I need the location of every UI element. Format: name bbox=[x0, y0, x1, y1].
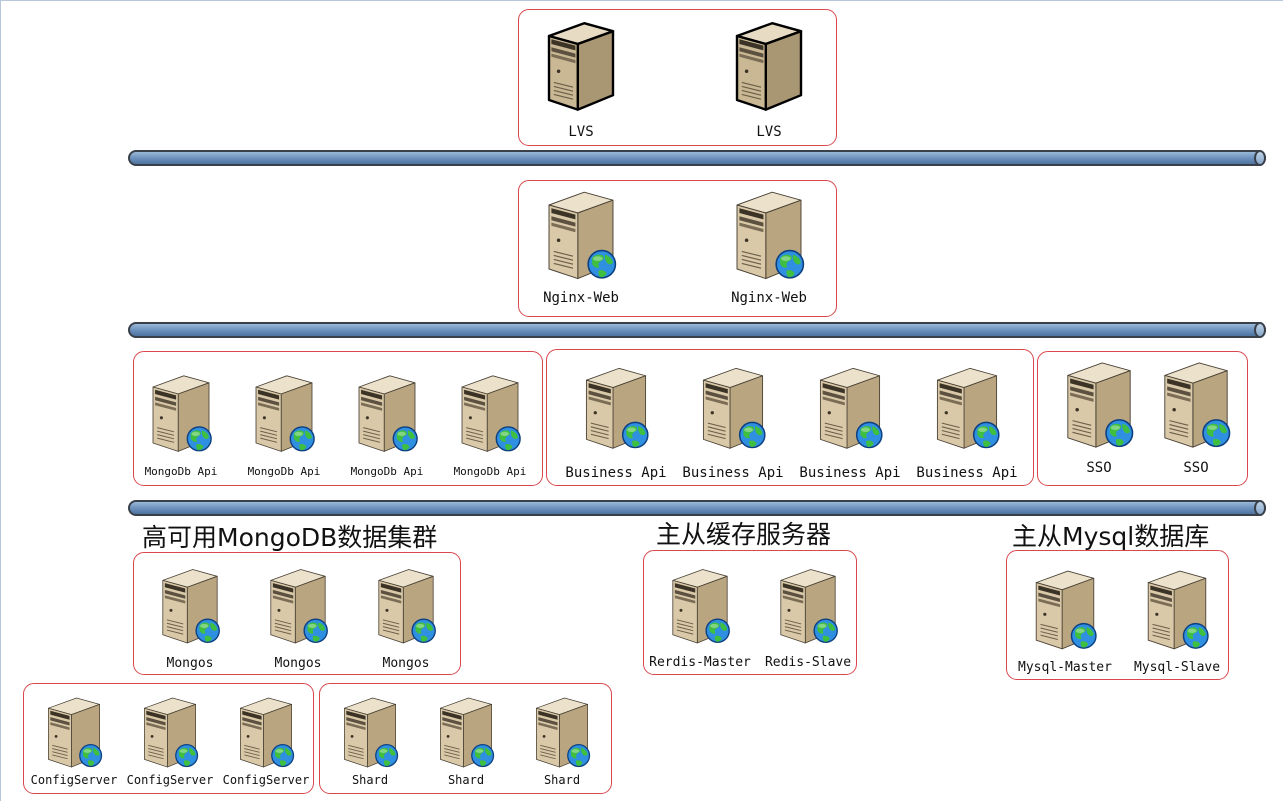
shard-node: Shard bbox=[434, 689, 498, 787]
sso-group: SSO SSO bbox=[1037, 351, 1248, 486]
config-server-node: ConfigServer bbox=[31, 689, 117, 787]
web-server-icon bbox=[780, 569, 838, 644]
lvs-node: LVS bbox=[729, 12, 809, 140]
mysql-group: Mysql-Master Mysql-Slave bbox=[1006, 550, 1229, 680]
config-server-node: ConfigServer bbox=[223, 689, 309, 787]
web-server-icon bbox=[255, 375, 315, 452]
business-api-node: Business Api bbox=[799, 358, 901, 481]
sso-node: SSO bbox=[1060, 352, 1138, 476]
web-server-icon bbox=[819, 367, 883, 449]
node-label: Business Api bbox=[916, 465, 1018, 481]
web-server-icon bbox=[152, 375, 212, 452]
node-label: Nginx-Web bbox=[731, 290, 807, 306]
web-server-icon bbox=[548, 191, 617, 280]
redis-group: Rerdis-Master Redis-Slave bbox=[643, 550, 857, 675]
web-server-icon bbox=[461, 375, 521, 452]
node-label: Business Api bbox=[682, 465, 784, 481]
lvs-group: LVS LVS bbox=[518, 9, 837, 146]
web-server-icon bbox=[1067, 362, 1134, 448]
node-label: MongoDb Api bbox=[453, 465, 527, 478]
bus-cap bbox=[1254, 500, 1266, 516]
config-server-group: ConfigServer ConfigServer ConfigServer bbox=[23, 683, 314, 794]
config-server-node: ConfigServer bbox=[127, 689, 213, 787]
mysql-title: 主从Mysql数据库 bbox=[1012, 522, 1210, 551]
mongo-api-group: MongoDb Api MongoDb Api MongoDb Api Mong… bbox=[133, 351, 543, 486]
web-server-icon bbox=[144, 697, 199, 768]
web-server-icon bbox=[672, 569, 730, 644]
mongodb-cluster-title: 高可用MongoDB数据集群 bbox=[142, 523, 438, 552]
redis-node: Rerdis-Master bbox=[649, 560, 751, 670]
nginx-node: Nginx-Web bbox=[541, 181, 621, 306]
web-server-icon bbox=[936, 367, 1000, 449]
business-api-node: Business Api bbox=[682, 358, 784, 481]
bus-cap bbox=[1254, 150, 1266, 166]
web-server-icon bbox=[240, 697, 295, 768]
mysql-node: Mysql-Master bbox=[1018, 561, 1112, 675]
web-server-icon bbox=[48, 697, 103, 768]
node-label: Nginx-Web bbox=[543, 290, 619, 306]
server-icon bbox=[735, 22, 803, 111]
node-label: Mysql-Slave bbox=[1133, 660, 1221, 675]
web-server-icon bbox=[536, 697, 591, 768]
redis-node: Redis-Slave bbox=[765, 560, 851, 670]
mongo-api-node: MongoDb Api bbox=[351, 366, 423, 478]
mongos-node: Mongos bbox=[156, 560, 224, 671]
web-server-icon bbox=[440, 697, 495, 768]
node-label: Business Api bbox=[565, 465, 667, 481]
web-server-icon bbox=[378, 569, 436, 644]
server-icon bbox=[547, 22, 615, 111]
business-api-node: Business Api bbox=[565, 358, 667, 481]
web-server-icon bbox=[1035, 570, 1097, 650]
mongo-api-node: MongoDb Api bbox=[145, 366, 217, 478]
web-server-icon bbox=[162, 569, 220, 644]
node-label: Mongos bbox=[382, 656, 430, 671]
shard-node: Shard bbox=[338, 689, 402, 787]
left-border bbox=[0, 0, 1, 801]
node-label: LVS bbox=[568, 124, 594, 140]
node-label: Business Api bbox=[799, 465, 901, 481]
nginx-group: Nginx-Web Nginx-Web bbox=[518, 180, 837, 317]
web-server-icon bbox=[1164, 362, 1231, 448]
web-server-icon bbox=[358, 375, 418, 452]
top-border bbox=[0, 0, 1283, 1]
cache-title: 主从缓存服务器 bbox=[656, 520, 832, 549]
node-label: Shard bbox=[543, 773, 581, 787]
network-bus bbox=[128, 500, 1266, 516]
web-server-icon bbox=[585, 367, 649, 449]
bus-cap bbox=[1254, 322, 1266, 338]
shard-node: Shard bbox=[530, 689, 594, 787]
mongo-api-node: MongoDb Api bbox=[454, 366, 526, 478]
node-label: LVS bbox=[756, 124, 782, 140]
web-server-icon bbox=[702, 367, 766, 449]
sso-node: SSO bbox=[1157, 352, 1235, 476]
network-bus bbox=[128, 150, 1266, 166]
shard-group: Shard Shard Shard bbox=[319, 683, 612, 794]
lvs-node: LVS bbox=[541, 12, 621, 140]
business-api-node: Business Api bbox=[916, 358, 1018, 481]
web-server-icon bbox=[270, 569, 328, 644]
web-server-icon bbox=[736, 191, 805, 280]
web-server-icon bbox=[1147, 570, 1209, 650]
web-server-icon bbox=[344, 697, 399, 768]
mongo-api-node: MongoDb Api bbox=[248, 366, 320, 478]
node-label: Redis-Slave bbox=[764, 655, 852, 670]
node-label: SSO bbox=[1183, 460, 1209, 476]
nginx-node: Nginx-Web bbox=[729, 181, 809, 306]
business-api-group: Business Api Business Api Business Api B… bbox=[546, 349, 1034, 486]
mongos-node: Mongos bbox=[372, 560, 440, 671]
mysql-node: Mysql-Slave bbox=[1134, 561, 1220, 675]
mongos-node: Mongos bbox=[264, 560, 332, 671]
mongos-group: Mongos Mongos Mongos bbox=[133, 552, 461, 675]
network-bus bbox=[128, 322, 1266, 338]
